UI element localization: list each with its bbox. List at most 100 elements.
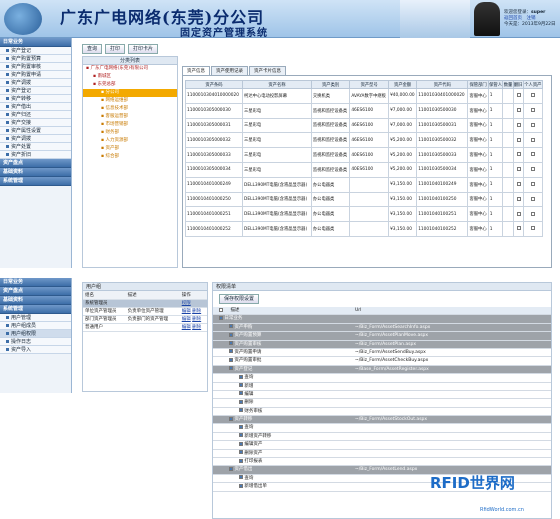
nav-section-system[interactable]: 系统管理: [0, 177, 71, 186]
row-checkbox[interactable]: [531, 226, 536, 231]
table-header-cell[interactable]: 翻旧: [512, 80, 524, 89]
delete-link[interactable]: 删除: [192, 317, 201, 322]
table-header-cell[interactable]: 资产条码: [184, 80, 244, 89]
table-row[interactable]: 1100010305000032 三星彩电 监视和监控设备类 46ES6100 ¥5,2…: [184, 132, 544, 149]
nav-section-inventory[interactable]: 资产盘点: [0, 159, 71, 168]
tree-node[interactable]: ▪ 人力资源部: [83, 137, 177, 145]
tree-node[interactable]: ▪ 综合部: [83, 153, 177, 161]
sidebar-item[interactable]: 资产调拨: [0, 135, 71, 143]
row-checkbox[interactable]: [531, 107, 536, 112]
tree-root[interactable]: ▪ 广东广电网络(东莞)有限公司: [83, 65, 177, 73]
tree-node[interactable]: ▪ 分公司: [83, 89, 177, 97]
row-checkbox[interactable]: [516, 211, 521, 216]
sidebar-item[interactable]: 资产调拨: [0, 79, 71, 87]
nav-section[interactable]: 资产盘点: [0, 287, 71, 296]
table-row[interactable]: 1100010401000251 DELL390MT电脑(含液晶显示器) 办公电器类…: [184, 206, 544, 223]
sidebar-item[interactable]: 资产处置: [0, 143, 71, 151]
table-header-cell[interactable]: 个人资产: [522, 80, 544, 89]
nav-section-daily[interactable]: 日常业务: [0, 38, 71, 47]
user-group-row[interactable]: 普通用户 编辑 删除: [83, 323, 207, 332]
table-header-cell[interactable]: 数量: [502, 80, 514, 89]
sidebar-item[interactable]: 资产归还: [0, 111, 71, 119]
table-row[interactable]: 1100010305000031 三星彩电 监视和监控设备类 46ES6100 ¥7,0…: [184, 117, 544, 134]
table-row[interactable]: 1100010305000033 三星彩电 监视和监控设备类 40ES6100 ¥5,2…: [184, 147, 544, 163]
delete-link[interactable]: 删除: [192, 309, 201, 314]
row-checkbox[interactable]: [531, 122, 536, 127]
tree-node[interactable]: ▪ 客服运营部: [83, 113, 177, 121]
table-row[interactable]: 1100010401000252 DELL390MT电脑(含液晶显示器) 办公电器类…: [184, 221, 544, 237]
sidebar-item[interactable]: 操作日志: [0, 338, 71, 346]
tree-node[interactable]: ▪ 网络运维部: [83, 97, 177, 105]
row-checkbox[interactable]: [516, 167, 521, 172]
tree-node[interactable]: ▪ 财务部: [83, 129, 177, 137]
table-header-cell[interactable]: 资产代码: [416, 80, 469, 89]
group-action-link[interactable]: 编辑: [182, 325, 191, 330]
row-checkbox[interactable]: [531, 137, 536, 142]
tab-usage-record[interactable]: 资产使用记录: [211, 66, 248, 75]
table-row[interactable]: 1100010305000030 三星彩电 监视和监控设备类 46ES6100 ¥7,0…: [184, 102, 544, 119]
tab-asset-info[interactable]: 资产信息: [182, 66, 210, 75]
tree-node[interactable]: ▪ 南城区: [83, 73, 177, 81]
row-checkbox[interactable]: [531, 196, 536, 201]
tree-node[interactable]: ▪ 东莞总部: [83, 81, 177, 89]
row-checkbox[interactable]: [516, 181, 521, 186]
tree-node[interactable]: ▪ 市场营销部: [83, 121, 177, 129]
sidebar-item[interactable]: 用户组权限: [0, 330, 71, 338]
row-checkbox[interactable]: [516, 196, 521, 201]
table-row[interactable]: 1100010401000250 DELL390MT电脑(含液晶显示器) 办公电器类…: [184, 191, 544, 208]
table-header-cell[interactable]: 资产名称: [242, 80, 312, 89]
table-row[interactable]: 1100010304010000020 柯达中心电动投影屏幕 交换机类 AVAYA数字…: [184, 88, 544, 104]
row-checkbox[interactable]: [516, 122, 521, 127]
print-card-button[interactable]: 打印卡片: [128, 44, 159, 54]
sidebar-item[interactable]: 资产购置申请: [0, 71, 71, 79]
row-checkbox[interactable]: [516, 107, 521, 112]
sidebar-item[interactable]: 用户管理: [0, 314, 71, 322]
sidebar-item[interactable]: 资产交接: [0, 119, 71, 127]
sidebar-item[interactable]: 资产借出: [0, 103, 71, 111]
select-all-checkbox[interactable]: [219, 307, 223, 312]
sidebar-item[interactable]: 资产登记: [0, 87, 71, 95]
table-row[interactable]: 1100010305000034 三星彩电 监视和监控设备类 40ES6100 ¥5,2…: [184, 161, 544, 178]
tab-card-info[interactable]: 资产卡片信息: [249, 66, 286, 75]
row-checkbox[interactable]: [516, 152, 521, 157]
print-button[interactable]: 打印: [105, 44, 126, 54]
sidebar-item[interactable]: 资产购置审核: [0, 63, 71, 71]
row-checkbox[interactable]: [531, 167, 536, 172]
row-checkbox[interactable]: [531, 211, 536, 216]
user-group-row[interactable]: 系统管理员 权限: [83, 299, 207, 308]
table-row[interactable]: 1100010401000249 DELL390MT电脑(含液晶显示器) 办公电器类…: [184, 176, 544, 193]
sidebar-item[interactable]: 资产导入: [0, 346, 71, 354]
sidebar-item[interactable]: 资产登记: [0, 47, 71, 55]
tree-node[interactable]: ▪ 信息技术部: [83, 105, 177, 113]
group-action-link[interactable]: 编辑: [182, 309, 191, 314]
group-action-link[interactable]: 权限: [182, 301, 191, 306]
row-checkbox[interactable]: [516, 226, 521, 231]
table-header-cell[interactable]: 资产金额: [388, 80, 418, 89]
user-group-row[interactable]: 部门资产管理员 负责部门的资产管理 编辑 删除: [83, 315, 207, 324]
group-action-link[interactable]: 编辑: [182, 317, 191, 322]
sidebar-item[interactable]: 资产折旧: [0, 151, 71, 159]
tree-node[interactable]: ▪ 资产部: [83, 145, 177, 153]
nav-section-base[interactable]: 基础资料: [0, 168, 71, 177]
sidebar-item[interactable]: 资产转移: [0, 95, 71, 103]
table-header-cell[interactable]: 保管部门: [467, 80, 489, 89]
table-cell: [502, 176, 514, 193]
nav-section[interactable]: 系统管理: [0, 305, 71, 314]
save-permission-button[interactable]: 保存权限设置: [219, 294, 260, 304]
row-checkbox[interactable]: [516, 137, 521, 142]
delete-link[interactable]: 删除: [192, 325, 201, 330]
table-header-cell[interactable]: 资产型号: [349, 80, 390, 89]
nav-section[interactable]: 基础资料: [0, 296, 71, 305]
table-header-cell[interactable]: 保管人: [487, 80, 504, 89]
nav-section[interactable]: 日常业务: [0, 278, 71, 287]
sidebar-item[interactable]: 用户组成员: [0, 322, 71, 330]
sidebar-item[interactable]: 资产属性设置: [0, 127, 71, 135]
row-checkbox[interactable]: [531, 181, 536, 186]
query-button[interactable]: 查询: [82, 44, 103, 54]
row-checkbox[interactable]: [531, 152, 536, 157]
sidebar-item[interactable]: 资产购置预算: [0, 55, 71, 63]
table-header-cell[interactable]: 资产类别: [310, 80, 351, 89]
user-group-row[interactable]: 单位资产管理员 负责单位资产管理 编辑 删除: [83, 307, 207, 316]
row-checkbox[interactable]: [516, 93, 521, 98]
row-checkbox[interactable]: [531, 93, 536, 98]
